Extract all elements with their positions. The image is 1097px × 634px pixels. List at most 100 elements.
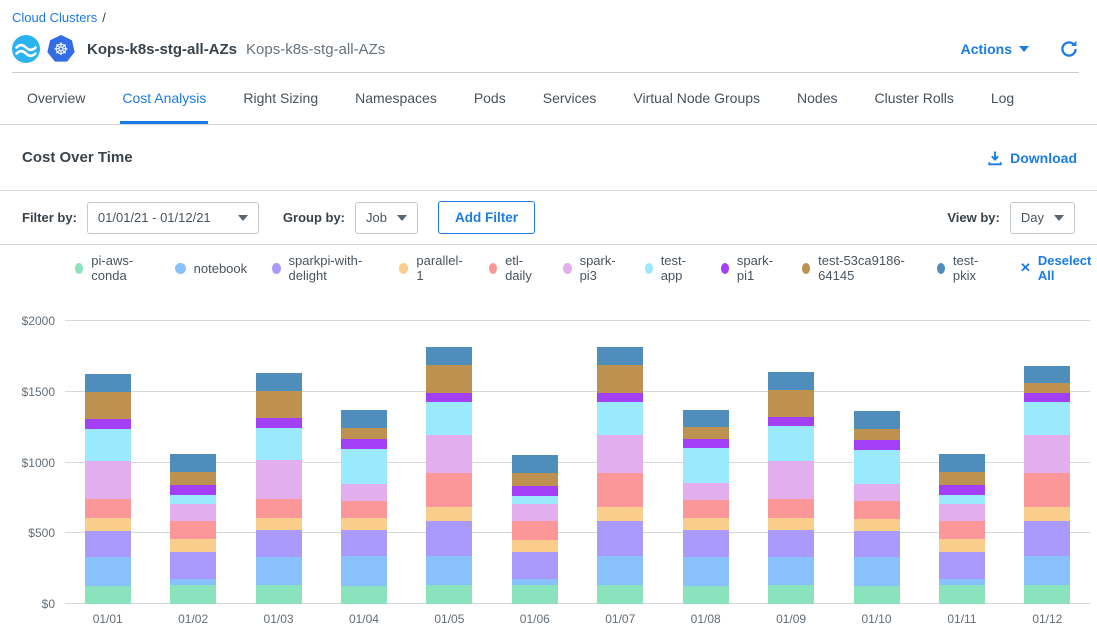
tab-namespaces[interactable]: Namespaces bbox=[353, 73, 439, 124]
stacked-bar-01-02[interactable] bbox=[170, 454, 216, 604]
tab-log[interactable]: Log bbox=[989, 73, 1016, 124]
bar-segment-sparkpi-with-delight[interactable] bbox=[597, 521, 643, 556]
bar-segment-test-pkix[interactable] bbox=[768, 372, 814, 390]
legend-item-spark-pi1[interactable]: spark-pi1 bbox=[721, 253, 777, 283]
bar-segment-parallel-1[interactable] bbox=[85, 518, 131, 531]
bar-segment-pi-aws-conda[interactable] bbox=[426, 585, 472, 604]
bar-segment-sparkpi-with-delight[interactable] bbox=[341, 530, 387, 555]
bar-segment-test-app[interactable] bbox=[768, 426, 814, 461]
bar-segment-spark-pi1[interactable] bbox=[85, 419, 131, 429]
bar-segment-sparkpi-with-delight[interactable] bbox=[854, 531, 900, 556]
bar-segment-parallel-1[interactable] bbox=[426, 507, 472, 521]
bar-segment-test-app[interactable] bbox=[85, 429, 131, 462]
bar-segment-parallel-1[interactable] bbox=[683, 518, 729, 531]
bar-segment-sparkpi-with-delight[interactable] bbox=[939, 552, 985, 579]
stacked-bar-01-07[interactable] bbox=[597, 347, 643, 604]
bar-segment-test-53ca9186-64145[interactable] bbox=[683, 427, 729, 438]
bar-segment-spark-pi1[interactable] bbox=[426, 393, 472, 403]
stacked-bar-01-01[interactable] bbox=[85, 374, 131, 604]
bar-segment-test-app[interactable] bbox=[854, 450, 900, 485]
download-button[interactable]: Download bbox=[987, 150, 1077, 166]
stacked-bar-01-11[interactable] bbox=[939, 454, 985, 604]
bar-segment-pi-aws-conda[interactable] bbox=[597, 585, 643, 604]
bar-segment-sparkpi-with-delight[interactable] bbox=[512, 552, 558, 579]
tab-overview[interactable]: Overview bbox=[25, 73, 87, 124]
bar-segment-parallel-1[interactable] bbox=[1024, 507, 1070, 521]
bar-segment-notebook[interactable] bbox=[1024, 556, 1070, 585]
bar-segment-spark-pi3[interactable] bbox=[341, 484, 387, 501]
stacked-bar-01-06[interactable] bbox=[512, 455, 558, 604]
bar-segment-test-pkix[interactable] bbox=[939, 454, 985, 472]
breadcrumb-link-cloud-clusters[interactable]: Cloud Clusters bbox=[12, 10, 97, 25]
bar-segment-spark-pi3[interactable] bbox=[854, 484, 900, 501]
bar-segment-spark-pi1[interactable] bbox=[170, 485, 216, 495]
bar-segment-pi-aws-conda[interactable] bbox=[170, 585, 216, 604]
bar-segment-spark-pi1[interactable] bbox=[683, 439, 729, 449]
actions-button[interactable]: Actions bbox=[961, 41, 1029, 57]
bar-segment-spark-pi1[interactable] bbox=[597, 393, 643, 403]
tab-pods[interactable]: Pods bbox=[472, 73, 508, 124]
bar-segment-test-53ca9186-64145[interactable] bbox=[256, 391, 302, 418]
bar-segment-test-53ca9186-64145[interactable] bbox=[85, 392, 131, 419]
bar-segment-pi-aws-conda[interactable] bbox=[683, 586, 729, 604]
bar-segment-sparkpi-with-delight[interactable] bbox=[256, 530, 302, 556]
bar-segment-notebook[interactable] bbox=[854, 557, 900, 586]
bar-segment-etl-daily[interactable] bbox=[256, 499, 302, 518]
bar-segment-test-app[interactable] bbox=[597, 402, 643, 435]
legend-item-etl-daily[interactable]: etl-daily bbox=[489, 253, 538, 283]
bar-segment-test-app[interactable] bbox=[341, 449, 387, 484]
legend-item-parallel-1[interactable]: parallel-1 bbox=[399, 253, 464, 283]
bar-segment-test-app[interactable] bbox=[512, 496, 558, 504]
bar-segment-notebook[interactable] bbox=[85, 557, 131, 586]
bar-segment-test-53ca9186-64145[interactable] bbox=[512, 473, 558, 486]
bar-segment-test-53ca9186-64145[interactable] bbox=[854, 429, 900, 440]
stacked-bar-01-12[interactable] bbox=[1024, 366, 1070, 604]
bar-segment-parallel-1[interactable] bbox=[170, 539, 216, 552]
tab-cost-analysis[interactable]: Cost Analysis bbox=[120, 73, 208, 124]
bar-segment-parallel-1[interactable] bbox=[939, 539, 985, 552]
date-range-select[interactable]: 01/01/21 - 01/12/21 bbox=[87, 202, 259, 234]
stacked-bar-01-03[interactable] bbox=[256, 373, 302, 604]
bar-segment-spark-pi3[interactable] bbox=[512, 504, 558, 521]
bar-segment-sparkpi-with-delight[interactable] bbox=[768, 530, 814, 556]
bar-segment-test-53ca9186-64145[interactable] bbox=[768, 390, 814, 417]
bar-segment-test-pkix[interactable] bbox=[683, 410, 729, 428]
bar-segment-notebook[interactable] bbox=[341, 556, 387, 586]
bar-segment-pi-aws-conda[interactable] bbox=[256, 585, 302, 604]
bar-segment-parallel-1[interactable] bbox=[768, 518, 814, 531]
bar-segment-test-53ca9186-64145[interactable] bbox=[341, 428, 387, 439]
legend-item-test-app[interactable]: test-app bbox=[645, 253, 696, 283]
stacked-bar-01-05[interactable] bbox=[426, 347, 472, 604]
stacked-bar-01-08[interactable] bbox=[683, 410, 729, 605]
bar-segment-notebook[interactable] bbox=[256, 557, 302, 585]
bar-segment-etl-daily[interactable] bbox=[939, 521, 985, 539]
bar-segment-test-app[interactable] bbox=[256, 428, 302, 461]
bar-segment-pi-aws-conda[interactable] bbox=[512, 585, 558, 604]
bar-segment-pi-aws-conda[interactable] bbox=[1024, 585, 1070, 604]
bar-segment-test-pkix[interactable] bbox=[512, 455, 558, 473]
bar-segment-test-pkix[interactable] bbox=[341, 410, 387, 428]
bar-segment-spark-pi3[interactable] bbox=[1024, 435, 1070, 473]
bar-segment-parallel-1[interactable] bbox=[256, 518, 302, 531]
bar-segment-spark-pi3[interactable] bbox=[683, 483, 729, 500]
bar-segment-spark-pi1[interactable] bbox=[512, 486, 558, 496]
bar-segment-pi-aws-conda[interactable] bbox=[939, 585, 985, 604]
bar-segment-test-pkix[interactable] bbox=[854, 411, 900, 429]
bar-segment-parallel-1[interactable] bbox=[341, 518, 387, 530]
legend-item-test-53ca9186-64145[interactable]: test-53ca9186-64145 bbox=[802, 253, 912, 283]
bar-segment-notebook[interactable] bbox=[426, 556, 472, 585]
legend-item-pi-aws-conda[interactable]: pi-aws-conda bbox=[75, 253, 150, 283]
bar-segment-etl-daily[interactable] bbox=[597, 473, 643, 507]
add-filter-button[interactable]: Add Filter bbox=[438, 201, 535, 234]
bar-segment-parallel-1[interactable] bbox=[597, 507, 643, 521]
tab-right-sizing[interactable]: Right Sizing bbox=[241, 73, 320, 124]
bar-segment-parallel-1[interactable] bbox=[512, 540, 558, 553]
bar-segment-spark-pi1[interactable] bbox=[341, 439, 387, 449]
refresh-button[interactable] bbox=[1059, 39, 1079, 59]
legend-item-notebook[interactable]: notebook bbox=[175, 261, 248, 276]
bar-segment-test-app[interactable] bbox=[1024, 402, 1070, 435]
stacked-bar-01-04[interactable] bbox=[341, 410, 387, 604]
legend-item-sparkpi-with-delight[interactable]: sparkpi-with-delight bbox=[272, 253, 374, 283]
bar-segment-spark-pi3[interactable] bbox=[768, 461, 814, 498]
bar-segment-test-pkix[interactable] bbox=[426, 347, 472, 365]
